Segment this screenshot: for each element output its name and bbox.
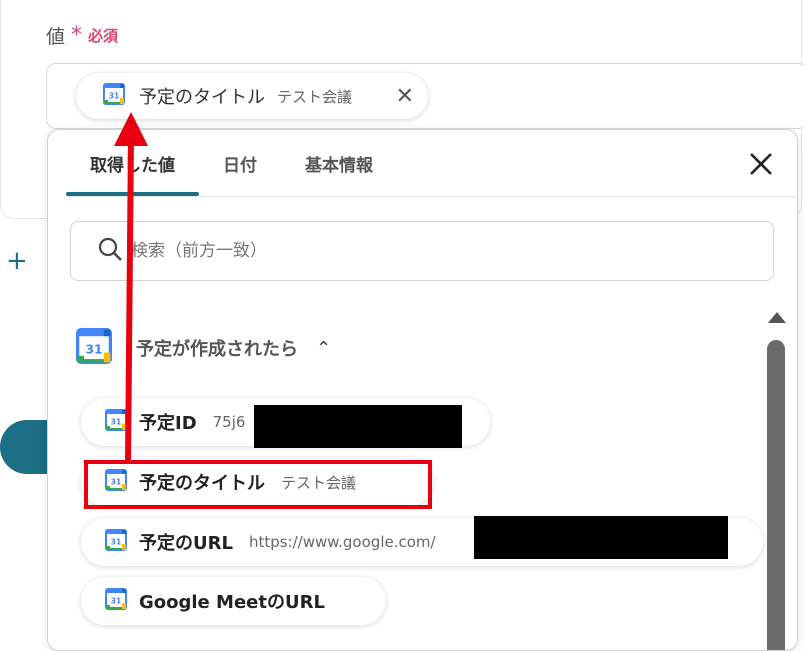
item-value: 75j6 xyxy=(212,413,246,431)
close-panel-button[interactable] xyxy=(747,150,775,178)
close-icon xyxy=(750,153,772,175)
chip-value: テスト会議 xyxy=(277,87,353,106)
google-calendar-icon: 31 xyxy=(105,529,127,555)
calendar-icon-text: 31 xyxy=(111,597,121,606)
field-label-text: 値 xyxy=(46,26,66,48)
value-picker-panel: 取得した値 日付 基本情報 31 xyxy=(47,129,798,651)
section-header[interactable]: 31 予定が作成されたら ⌃ xyxy=(76,328,331,368)
tab-retrieved-values[interactable]: 取得した値 xyxy=(66,130,199,196)
google-calendar-icon: 31 xyxy=(105,588,127,614)
item-name: Google MeetのURL xyxy=(139,592,325,613)
redaction-box xyxy=(254,405,462,448)
google-calendar-icon: 31 xyxy=(76,328,112,368)
search-field[interactable] xyxy=(70,221,774,281)
tab-divider xyxy=(66,196,797,197)
calendar-icon-text: 31 xyxy=(111,418,121,427)
selected-value-chip[interactable]: 31 予定のタイトル テスト会議 ✕ xyxy=(76,73,428,119)
search-icon xyxy=(97,236,123,266)
list-item-meet-url[interactable]: 31 Google MeetのURL xyxy=(81,577,386,625)
scroll-up-arrow-icon[interactable] xyxy=(768,312,786,323)
google-calendar-icon: 31 xyxy=(105,409,127,435)
google-calendar-icon: 31 xyxy=(103,83,125,109)
tab-basic-info[interactable]: 基本情報 xyxy=(281,130,397,196)
calendar-icon-text: 31 xyxy=(85,342,102,356)
redaction-box xyxy=(474,516,728,559)
search-input[interactable] xyxy=(129,240,733,262)
field-label: 値 * 必須 xyxy=(46,22,118,49)
section-title: 予定が作成されたら xyxy=(136,339,298,360)
add-icon[interactable]: + xyxy=(6,246,28,276)
chip-name: 予定のタイトル xyxy=(139,87,265,108)
item-value: https://www.google.com/ xyxy=(248,533,436,551)
chevron-up-icon[interactable]: ⌃ xyxy=(316,338,331,359)
tab-date[interactable]: 日付 xyxy=(199,130,281,196)
close-icon[interactable]: ✕ xyxy=(396,84,414,109)
tab-bar: 取得した値 日付 基本情報 xyxy=(66,130,397,196)
required-star: * xyxy=(71,22,83,48)
scrollbar[interactable] xyxy=(765,308,789,650)
highlight-box xyxy=(84,460,432,509)
item-name: 予定のURL xyxy=(139,533,233,554)
calendar-icon-text: 31 xyxy=(111,538,121,547)
item-name: 予定ID xyxy=(139,413,197,434)
scroll-thumb[interactable] xyxy=(767,340,785,650)
calendar-icon-text: 31 xyxy=(109,92,119,101)
required-text: 必須 xyxy=(88,27,119,45)
